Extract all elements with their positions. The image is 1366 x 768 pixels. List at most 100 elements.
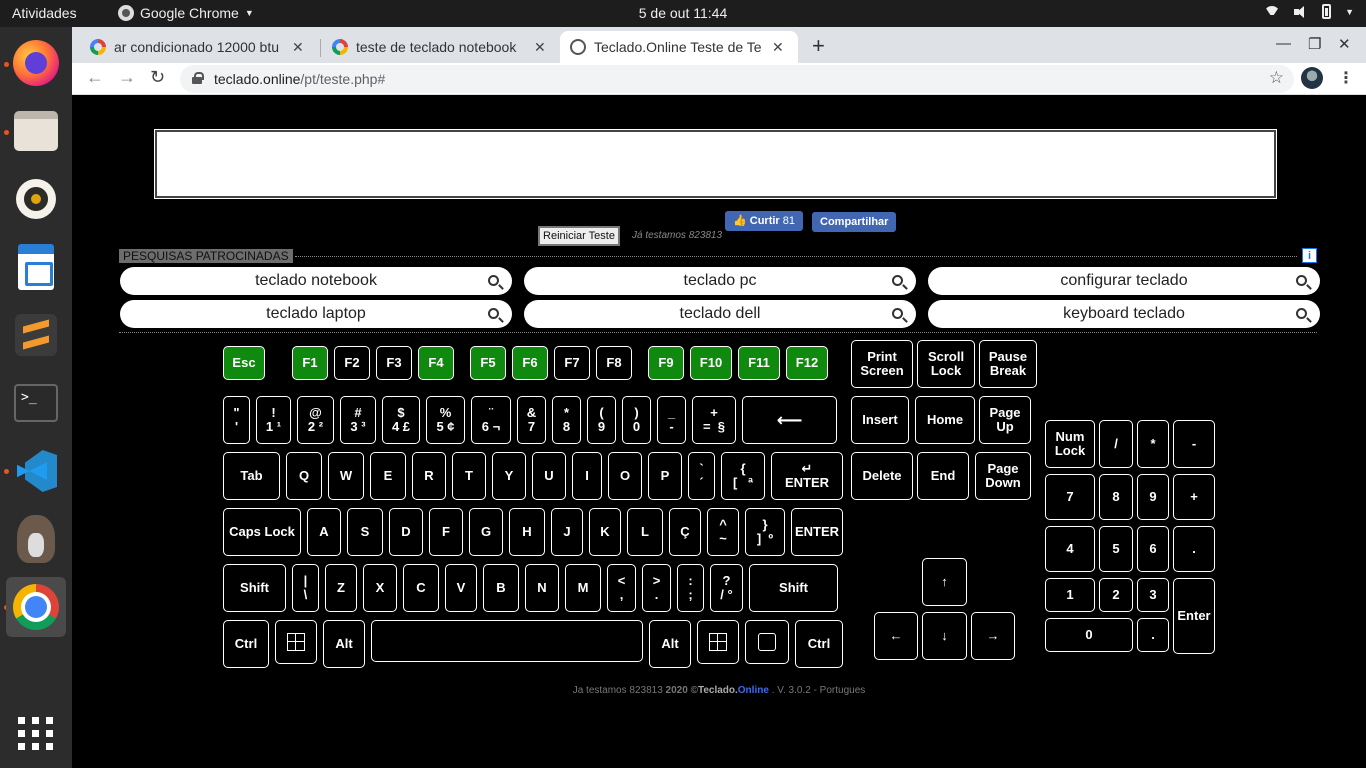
facebook-share-button[interactable]: Compartilhar bbox=[812, 212, 897, 232]
key-1[interactable]: ! 1 ¹ bbox=[256, 396, 291, 444]
key-num-subtract[interactable]: - bbox=[1173, 420, 1215, 468]
key-b[interactable]: B bbox=[483, 564, 519, 612]
key-p[interactable]: P bbox=[648, 452, 682, 500]
close-window-button[interactable]: ✕ bbox=[1338, 35, 1351, 53]
dock-vscode[interactable] bbox=[6, 441, 66, 501]
key-esc[interactable]: Esc bbox=[223, 346, 265, 380]
forward-button[interactable]: → bbox=[118, 67, 136, 88]
key-right-alt[interactable]: Alt bbox=[649, 620, 691, 668]
key-r[interactable]: R bbox=[412, 452, 446, 500]
dock-firefox[interactable] bbox=[6, 33, 66, 93]
key-d[interactable]: D bbox=[389, 508, 423, 556]
key-scroll-lock[interactable]: Scroll Lock bbox=[917, 340, 975, 388]
key-a[interactable]: A bbox=[307, 508, 341, 556]
key-6[interactable]: ¨ 6 ¬ bbox=[471, 396, 511, 444]
key-arrow-right[interactable]: → bbox=[971, 612, 1015, 660]
key-w[interactable]: W bbox=[328, 452, 364, 500]
more-menu-icon[interactable]: ⋮ bbox=[1338, 68, 1354, 88]
key-8[interactable]: * 8 bbox=[552, 396, 581, 444]
key-arrow-up[interactable]: ↑ bbox=[922, 558, 967, 606]
sponsored-search-link[interactable]: teclado notebook bbox=[120, 267, 512, 295]
key-num-7[interactable]: 7 bbox=[1045, 474, 1095, 520]
key-right-shift[interactable]: Shift bbox=[749, 564, 838, 612]
address-bar[interactable]: teclado.online/pt/teste.php# ☆ bbox=[180, 65, 1294, 93]
key-period[interactable]: > . bbox=[642, 564, 671, 612]
key-slash[interactable]: ? / ° bbox=[710, 564, 743, 612]
key-print-screen[interactable]: Print Screen bbox=[851, 340, 913, 388]
key-left-bracket[interactable]: { [ ª bbox=[721, 452, 765, 500]
new-tab-button[interactable]: + bbox=[812, 33, 825, 59]
key-f10[interactable]: F10 bbox=[690, 346, 732, 380]
key-arrow-down[interactable]: ↓ bbox=[922, 612, 967, 660]
key-home[interactable]: Home bbox=[915, 396, 975, 444]
key-j[interactable]: J bbox=[551, 508, 583, 556]
key-y[interactable]: Y bbox=[492, 452, 526, 500]
key-2[interactable]: @ 2 ² bbox=[297, 396, 334, 444]
reset-test-button[interactable]: Reiniciar Teste bbox=[538, 226, 620, 246]
key-num-decimal[interactable]: . bbox=[1137, 618, 1169, 652]
key-f5[interactable]: F5 bbox=[470, 346, 506, 380]
tab-ar-condicionado[interactable]: ar condicionado 12000 btu ✕ bbox=[80, 31, 318, 63]
close-icon[interactable]: ✕ bbox=[534, 39, 546, 56]
key-5[interactable]: % 5 ¢ bbox=[426, 396, 465, 444]
footer-brand-a[interactable]: Teclado. bbox=[698, 685, 738, 696]
key-g[interactable]: G bbox=[469, 508, 503, 556]
key-h[interactable]: H bbox=[509, 508, 545, 556]
key-num-lock[interactable]: Num Lock bbox=[1045, 420, 1095, 468]
key-num-5[interactable]: 5 bbox=[1099, 526, 1133, 572]
key-f2[interactable]: F2 bbox=[334, 346, 370, 380]
dock-sublime[interactable] bbox=[6, 305, 66, 365]
key-v[interactable]: V bbox=[445, 564, 477, 612]
key-equal[interactable]: + = § bbox=[692, 396, 736, 444]
key-left-shift[interactable]: Shift bbox=[223, 564, 286, 612]
dock-terminal[interactable]: >_ bbox=[6, 373, 66, 433]
key-left-ctrl[interactable]: Ctrl bbox=[223, 620, 269, 668]
dock-files[interactable] bbox=[6, 101, 66, 161]
info-icon[interactable]: i bbox=[1302, 248, 1317, 263]
key-f8[interactable]: F8 bbox=[596, 346, 632, 380]
typing-textarea[interactable] bbox=[154, 129, 1277, 199]
key-space[interactable] bbox=[371, 620, 643, 662]
key-s[interactable]: S bbox=[347, 508, 383, 556]
profile-avatar[interactable] bbox=[1301, 67, 1323, 89]
key-left-alt[interactable]: Alt bbox=[323, 620, 365, 668]
sponsored-search-link[interactable]: keyboard teclado bbox=[928, 300, 1320, 328]
key-i[interactable]: I bbox=[572, 452, 602, 500]
key-num-decimal-2[interactable]: . bbox=[1173, 526, 1215, 572]
minimize-button[interactable]: — bbox=[1276, 35, 1291, 52]
key-4[interactable]: $ 4 £ bbox=[382, 396, 420, 444]
back-button[interactable]: ← bbox=[86, 67, 104, 88]
key-page-down[interactable]: Page Down bbox=[975, 452, 1031, 500]
sponsored-search-link[interactable]: configurar teclado bbox=[928, 267, 1320, 295]
key-caps-lock[interactable]: Caps Lock bbox=[223, 508, 301, 556]
dock-gimp[interactable] bbox=[6, 509, 66, 569]
dock-rhythmbox[interactable] bbox=[6, 169, 66, 229]
key-windows[interactable] bbox=[275, 620, 317, 664]
key-f3[interactable]: F3 bbox=[376, 346, 412, 380]
key-q[interactable]: Q bbox=[286, 452, 322, 500]
key-f9[interactable]: F9 bbox=[648, 346, 684, 380]
key-menu[interactable] bbox=[745, 620, 789, 664]
key-f[interactable]: F bbox=[429, 508, 463, 556]
key-num-0[interactable]: 0 bbox=[1045, 618, 1133, 652]
tab-teclado-online[interactable]: Teclado.Online Teste de Te ✕ bbox=[560, 31, 798, 63]
key-arrow-left[interactable]: ← bbox=[874, 612, 918, 660]
key-o[interactable]: O bbox=[608, 452, 642, 500]
key-f12[interactable]: F12 bbox=[786, 346, 828, 380]
key-pause-break[interactable]: Pause Break bbox=[979, 340, 1037, 388]
key-k[interactable]: K bbox=[589, 508, 621, 556]
key-enter[interactable]: ↵ ENTER bbox=[771, 452, 843, 500]
key-z[interactable]: Z bbox=[325, 564, 357, 612]
key-right-bracket[interactable]: } ] º bbox=[745, 508, 785, 556]
maximize-button[interactable]: ❐ bbox=[1308, 35, 1321, 53]
key-c[interactable]: C bbox=[403, 564, 439, 612]
tab-teste-teclado[interactable]: teste de teclado notebook ✕ bbox=[322, 31, 560, 63]
dock-writer[interactable] bbox=[6, 237, 66, 297]
key-num-add[interactable]: + bbox=[1173, 474, 1215, 520]
key-f7[interactable]: F7 bbox=[554, 346, 590, 380]
key-page-up[interactable]: Page Up bbox=[979, 396, 1031, 444]
key-windows-right[interactable] bbox=[697, 620, 739, 664]
clock[interactable]: 5 de out 11:44 bbox=[0, 5, 1366, 21]
close-icon[interactable]: ✕ bbox=[292, 39, 304, 56]
key-7[interactable]: & 7 bbox=[517, 396, 546, 444]
